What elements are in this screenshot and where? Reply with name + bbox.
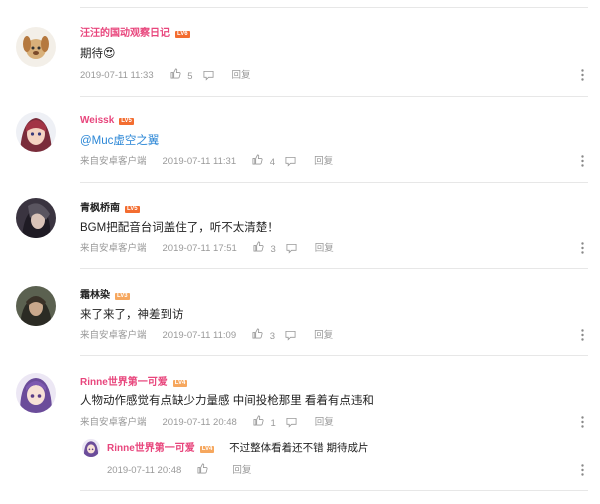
username[interactable]: Weissk LV5 bbox=[80, 115, 134, 127]
speech-bubble-icon[interactable] bbox=[285, 330, 296, 341]
like-button[interactable]: 3 bbox=[253, 241, 286, 256]
level-badge: LV6 bbox=[175, 31, 190, 38]
comment-meta: 来自安卓客户端 2019-07-11 11:31 4 回复 bbox=[80, 154, 333, 169]
avatar[interactable] bbox=[16, 286, 56, 326]
username-text[interactable]: Rinne世界第一可爱 bbox=[107, 443, 195, 454]
comment-divider bbox=[80, 355, 588, 356]
reply-button[interactable]: 回复 bbox=[232, 70, 251, 82]
username-text[interactable]: Weissk bbox=[80, 115, 114, 126]
comment-text: 期待😍 bbox=[80, 46, 116, 61]
vertical-dots-icon[interactable] bbox=[581, 464, 584, 476]
comment-text-content: 期待 bbox=[80, 48, 103, 60]
thumbs-up-icon bbox=[252, 328, 263, 339]
thumbs-up-icon bbox=[197, 463, 208, 474]
speech-bubble-icon[interactable] bbox=[285, 156, 296, 167]
username[interactable]: 汪汪的国动观察日记 LV6 bbox=[80, 28, 190, 40]
thumbs-up-icon bbox=[253, 241, 264, 252]
avatar-image bbox=[82, 439, 100, 457]
thumbs-up-icon bbox=[252, 154, 263, 165]
sub-reply-text: 不过整体看着还不错 期待成片 bbox=[229, 442, 369, 454]
comment-meta: 2019-07-11 11:33 5 回复 bbox=[80, 68, 251, 83]
top-divider bbox=[80, 7, 588, 8]
comment-text[interactable]: @Muc虚空之翼 bbox=[80, 134, 159, 148]
username-text[interactable]: 青枫桥南 bbox=[80, 203, 120, 214]
level-badge: LV5 bbox=[125, 206, 140, 213]
like-button[interactable]: 4 bbox=[252, 154, 285, 169]
speech-bubble-icon[interactable] bbox=[286, 243, 297, 254]
timestamp: 2019-07-11 20:48 bbox=[107, 464, 182, 476]
username[interactable]: Rinne世界第一可爱 LV4 bbox=[80, 377, 188, 389]
avatar[interactable] bbox=[16, 112, 56, 152]
sub-reply-meta: 2019-07-11 20:48 回复 bbox=[107, 463, 251, 478]
level-badge: LV4 bbox=[172, 380, 188, 387]
avatar-image bbox=[16, 27, 56, 67]
reply-button[interactable]: 回复 bbox=[232, 465, 251, 477]
timestamp: 2019-07-11 20:48 bbox=[162, 416, 237, 428]
comment-meta: 来自安卓客户端 2019-07-11 11:09 3 回复 bbox=[80, 328, 333, 343]
comment-divider bbox=[80, 268, 588, 269]
thumbs-up-icon bbox=[170, 68, 181, 79]
avatar-image bbox=[16, 286, 56, 326]
avatar[interactable] bbox=[16, 373, 56, 413]
like-count: 5 bbox=[187, 71, 193, 82]
avatar[interactable] bbox=[16, 198, 56, 238]
like-button[interactable] bbox=[197, 463, 212, 478]
heart-eyes-emoji-icon: 😍 bbox=[103, 46, 116, 60]
reply-button[interactable]: 回复 bbox=[315, 243, 334, 255]
level-badge: LV3 bbox=[115, 293, 130, 300]
like-button[interactable]: 3 bbox=[252, 328, 285, 343]
source-label: 来自安卓客户端 bbox=[80, 416, 147, 428]
username-text[interactable]: 汪汪的国动观察日记 bbox=[80, 28, 170, 39]
source-label: 来自安卓客户端 bbox=[80, 329, 147, 341]
comment-meta: 来自安卓客户端 2019-07-11 17:51 3 回复 bbox=[80, 241, 334, 256]
username[interactable]: 霜林染 LV3 bbox=[80, 290, 130, 302]
avatar[interactable] bbox=[82, 439, 100, 457]
vertical-dots-icon[interactable] bbox=[581, 155, 584, 167]
username-text[interactable]: 霜林染 bbox=[80, 290, 110, 301]
avatar-image bbox=[16, 373, 56, 413]
speech-bubble-icon[interactable] bbox=[286, 417, 297, 428]
comment-meta: 来自安卓客户端 2019-07-11 20:48 1 回复 bbox=[80, 415, 334, 430]
comment-text: 来了来了，神差到访 bbox=[80, 309, 184, 321]
avatar-image bbox=[16, 112, 56, 152]
like-button[interactable]: 5 bbox=[170, 68, 203, 83]
timestamp: 2019-07-11 11:31 bbox=[162, 155, 237, 167]
comment-text: BGM把配音台词盖住了，听不太清楚！ bbox=[80, 222, 279, 234]
comment-divider bbox=[80, 490, 588, 491]
avatar[interactable] bbox=[16, 27, 56, 67]
username[interactable]: 青枫桥南 LV5 bbox=[80, 203, 140, 215]
source-label: 来自安卓客户端 bbox=[80, 242, 147, 254]
level-badge: LV5 bbox=[119, 118, 134, 125]
timestamp: 2019-07-11 11:09 bbox=[162, 329, 237, 341]
reply-button[interactable]: 回复 bbox=[314, 330, 333, 342]
speech-bubble-icon[interactable] bbox=[203, 70, 214, 81]
reply-button[interactable]: 回复 bbox=[315, 417, 334, 429]
level-badge: LV4 bbox=[199, 446, 215, 453]
timestamp: 2019-07-11 17:51 bbox=[162, 242, 237, 254]
vertical-dots-icon[interactable] bbox=[581, 329, 584, 341]
vertical-dots-icon[interactable] bbox=[581, 69, 584, 81]
like-count: 4 bbox=[269, 157, 276, 168]
comment-divider bbox=[80, 182, 588, 183]
like-count: 3 bbox=[269, 331, 276, 342]
username-text[interactable]: Rinne世界第一可爱 bbox=[80, 377, 168, 388]
avatar-image bbox=[16, 198, 56, 238]
vertical-dots-icon[interactable] bbox=[581, 242, 584, 254]
comment-text: 人物动作感觉有点缺少力量感 中间投枪那里 看着有点违和 bbox=[80, 395, 374, 407]
vertical-dots-icon[interactable] bbox=[581, 416, 584, 428]
timestamp: 2019-07-11 11:33 bbox=[80, 69, 154, 81]
like-count: 1 bbox=[270, 418, 276, 429]
comment-divider bbox=[80, 96, 588, 97]
source-label: 来自安卓客户端 bbox=[80, 155, 147, 167]
reply-button[interactable]: 回复 bbox=[314, 156, 333, 168]
like-count: 3 bbox=[270, 244, 276, 255]
thumbs-up-icon bbox=[253, 415, 264, 426]
sub-reply-line: Rinne世界第一可爱 LV4 不过整体看着还不错 期待成片 bbox=[107, 442, 369, 455]
like-button[interactable]: 1 bbox=[253, 415, 286, 430]
